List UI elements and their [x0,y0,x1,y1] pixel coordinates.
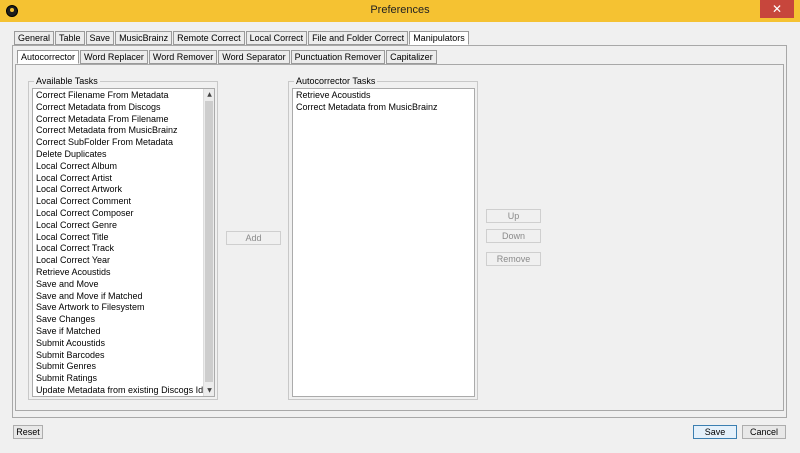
available-tasks-list[interactable]: Correct Filename From Metadata Correct Me… [32,88,215,397]
tab-save[interactable]: Save [85,31,115,45]
list-item[interactable]: Correct Metadata from MusicBrainz [293,102,474,114]
list-item[interactable]: Local Correct Track [33,243,214,255]
list-item[interactable]: Local Correct Artwork [33,184,214,196]
preferences-tabs: General Table Save MusicBrainz Remote Co… [14,31,470,45]
manipulator-tabs: Autocorrector Word Replacer Word Remover… [17,50,438,64]
available-tasks-scrollbar[interactable]: ▲ ▼ [203,89,214,396]
list-item[interactable]: Delete Duplicates [33,149,214,161]
tab-word-replacer[interactable]: Word Replacer [80,50,148,64]
list-item[interactable]: Correct Metadata from Discogs [33,102,214,114]
available-tasks-title: Available Tasks [34,76,100,86]
up-button[interactable]: Up [486,209,541,223]
available-tasks-group: Available Tasks Correct Filename From Me… [28,76,218,400]
tab-remote-correct[interactable]: Remote Correct [173,31,245,45]
tab-local-correct[interactable]: Local Correct [245,31,308,45]
autocorrector-tasks-title: Autocorrector Tasks [294,76,378,86]
title-bar: Preferences ✕ [0,0,800,22]
list-item[interactable]: Local Correct Title [33,232,214,244]
autocorrector-tasks-group: Autocorrector Tasks Retrieve Acoustids Co… [288,76,478,400]
scroll-down-icon[interactable]: ▼ [204,385,214,396]
list-item[interactable]: Local Correct Comment [33,196,214,208]
list-item[interactable]: Correct Metadata From Filename [33,114,214,126]
tab-word-separator[interactable]: Word Separator [218,50,290,64]
list-item[interactable]: Correct Metadata from MusicBrainz [33,125,214,137]
list-item[interactable]: Correct Filename From Metadata [33,90,214,102]
scroll-up-icon[interactable]: ▲ [204,89,214,100]
tab-punctuation-remover[interactable]: Punctuation Remover [290,50,386,64]
window-title: Preferences [370,4,430,16]
tab-file-and-folder-correct[interactable]: File and Folder Correct [308,31,409,45]
list-item[interactable]: Local Correct Genre [33,220,214,232]
list-item[interactable]: Submit Genres [33,361,214,373]
list-item[interactable]: Local Correct Artist [33,173,214,185]
add-button[interactable]: Add [226,231,281,245]
tab-general[interactable]: General [14,31,55,45]
list-item[interactable]: Local Correct Composer [33,208,214,220]
list-item[interactable]: Submit Acoustids [33,338,214,350]
tab-table[interactable]: Table [55,31,85,45]
tab-capitalizer[interactable]: Capitalizer [386,50,437,64]
list-item[interactable]: Local Correct Album [33,161,214,173]
remove-button[interactable]: Remove [486,252,541,266]
cancel-button[interactable]: Cancel [742,425,786,439]
list-item[interactable]: Correct SubFolder From Metadata [33,137,214,149]
list-item[interactable]: Retrieve Acoustids [33,267,214,279]
list-item[interactable]: Save Changes [33,314,214,326]
tab-word-remover[interactable]: Word Remover [148,50,218,64]
autocorrector-tasks-list[interactable]: Retrieve Acoustids Correct Metadata from … [292,88,475,397]
list-item[interactable]: Submit Ratings [33,373,214,385]
down-button[interactable]: Down [486,229,541,243]
list-item[interactable]: Local Correct Year [33,255,214,267]
tab-autocorrector[interactable]: Autocorrector [17,50,80,64]
tab-manipulators[interactable]: Manipulators [409,31,469,45]
list-item[interactable]: Update Metadata from existing Discogs Id… [33,385,214,396]
close-button[interactable]: ✕ [760,0,794,18]
list-item[interactable]: Submit Barcodes [33,350,214,362]
list-item[interactable]: Save Artwork to Filesystem [33,302,214,314]
list-item[interactable]: Save if Matched [33,326,214,338]
tab-musicbrainz[interactable]: MusicBrainz [115,31,173,45]
save-button[interactable]: Save [693,425,737,439]
list-item[interactable]: Retrieve Acoustids [293,90,474,102]
list-item[interactable]: Save and Move if Matched [33,291,214,303]
list-item[interactable]: Save and Move [33,279,214,291]
scroll-thumb[interactable] [205,101,213,382]
reset-button[interactable]: Reset [13,425,43,439]
